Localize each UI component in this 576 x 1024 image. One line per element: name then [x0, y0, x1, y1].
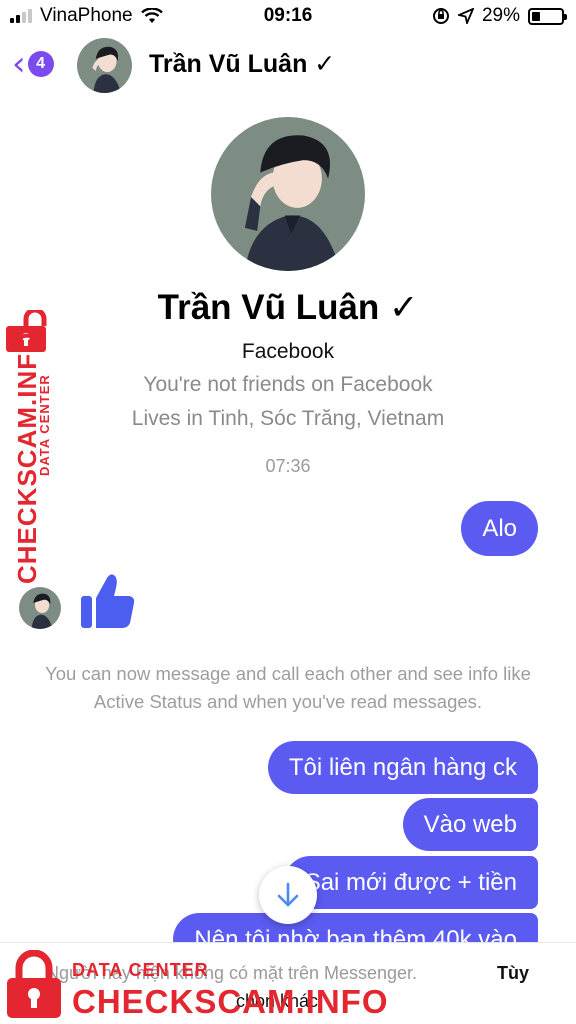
status-bar-right: 29%	[432, 5, 567, 27]
arrow-down-icon	[277, 882, 299, 907]
back-chevron-icon: ‹	[12, 44, 26, 84]
back-button[interactable]: ‹ 4	[12, 44, 54, 84]
thumbs-up-icon[interactable]	[79, 572, 135, 630]
battery-level	[532, 11, 541, 21]
options-link[interactable]: Tùy	[497, 963, 529, 984]
profile-location: Lives in Tinh, Sóc Trăng, Vietnam	[131, 407, 445, 430]
battery-percent: 29%	[481, 5, 520, 26]
battery-icon	[528, 7, 567, 25]
lock-icon	[7, 950, 61, 1018]
location-arrow-icon	[457, 8, 474, 24]
sent-message-bubble[interactable]: Sai mới được + tiền	[283, 856, 538, 909]
connection-info-text: You can now message and call each other …	[45, 663, 531, 712]
message-timestamp: 07:36	[265, 456, 311, 476]
status-bar: VinaPhone 09:16 29%	[0, 0, 576, 34]
sent-message-bubble[interactable]: Vào web	[402, 798, 538, 851]
unread-badge: 4	[27, 51, 54, 77]
sent-message-bubble[interactable]: Alo	[461, 501, 538, 556]
conversation-header: ‹ 4 Trần Vũ Luân ✓	[0, 34, 576, 96]
profile-name: Trần Vũ Luân ✓	[157, 288, 419, 327]
watermark-tagline-vertical: DATA CENTER	[37, 374, 52, 476]
profile-avatar[interactable]	[211, 117, 365, 271]
orientation-lock-icon	[432, 8, 449, 24]
watermark-brand: CHECKSCAM.INFO	[72, 983, 389, 1020]
contact-avatar-small[interactable]	[19, 587, 61, 629]
sent-message-bubble[interactable]: Tôi liên ngân hàng ck	[267, 741, 538, 794]
watermark-tagline: DATA CENTER	[72, 960, 209, 980]
contact-avatar[interactable]	[77, 38, 132, 93]
profile-subtitle: Facebook	[241, 340, 335, 363]
friend-status: You're not friends on Facebook	[143, 373, 433, 396]
scroll-to-bottom-button[interactable]	[259, 866, 317, 924]
header-contact-name[interactable]: Trần Vũ Luân ✓	[149, 49, 335, 79]
